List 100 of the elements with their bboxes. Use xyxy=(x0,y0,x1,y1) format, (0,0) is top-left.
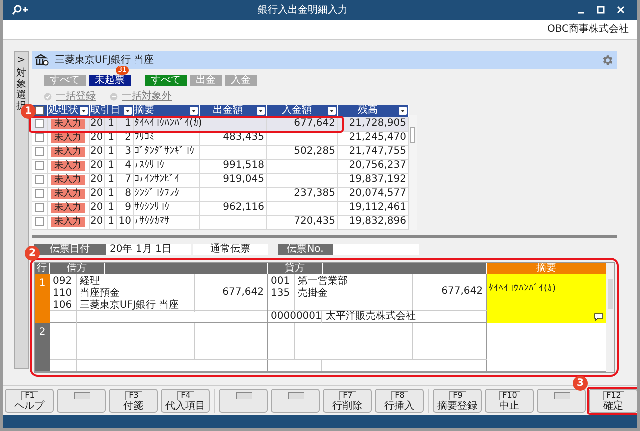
function-key[interactable] xyxy=(219,388,268,412)
summary-text: ﾀｲﾍｲﾖｳﾊﾝﾊﾞｲ(ｶ) xyxy=(489,284,556,294)
description-cell: ﾀｲﾍｲﾖｳﾊﾝﾊﾞｲ(ｶ) xyxy=(134,118,202,129)
filter-button[interactable]: 未起票 xyxy=(89,75,131,86)
description-cell: ｼﾝｼﾞﾖｸﾌﾗｸ xyxy=(134,188,180,199)
withdrawal-cell: 991,518 xyxy=(223,160,264,171)
company-name: OBC商事株式会社 xyxy=(547,22,629,37)
status-badge: 未入力 xyxy=(51,161,85,171)
field-label: 伝票日付 xyxy=(34,244,106,254)
year-cell: 20 xyxy=(90,216,104,227)
withdrawal-cell: 919,045 xyxy=(223,174,264,185)
day-cell: 10 xyxy=(118,216,132,227)
function-key[interactable]: F3 付箋 xyxy=(109,388,158,412)
function-key[interactable]: F9 摘要登録 xyxy=(433,388,482,412)
field-label: 伝票No. xyxy=(278,244,333,254)
table-row[interactable]: 未入力 20 1 1 ﾀｲﾍｲﾖｳﾊﾝﾊﾞｲ(ｶ) 677,642 21,728,905 xyxy=(32,117,408,131)
function-key[interactable] xyxy=(537,388,586,412)
dropdown-icon[interactable] xyxy=(328,107,336,115)
table-row[interactable]: 未入力 20 1 3 ｺﾞﾀﾝﾀﾞｻﾝｷﾞﾖｳ 502,285 21,747,755 xyxy=(32,145,408,159)
account-code: 092 xyxy=(53,276,73,288)
window-title: 銀行入出金明細入力 xyxy=(258,4,348,18)
close-icon[interactable] xyxy=(617,6,625,14)
amount: 677,642 xyxy=(442,285,483,299)
day-cell: 8 xyxy=(125,188,132,199)
row-checkbox[interactable] xyxy=(34,118,44,128)
balance-cell: 21,728,905 xyxy=(349,118,406,129)
withdrawal-cell: 962,116 xyxy=(223,202,264,213)
row-checkbox[interactable] xyxy=(34,216,44,226)
column-header: 出金額 xyxy=(212,106,244,116)
function-key[interactable] xyxy=(271,388,320,412)
row-checkbox[interactable] xyxy=(34,160,44,170)
account-code: 106 xyxy=(53,300,73,312)
month-cell: 1 xyxy=(108,216,114,227)
select-all-checkbox[interactable] xyxy=(34,106,44,115)
dropdown-icon[interactable] xyxy=(190,107,198,115)
function-key[interactable]: F10 中止 xyxy=(485,388,534,412)
function-key[interactable] xyxy=(57,388,106,412)
row-checkbox[interactable] xyxy=(34,188,44,198)
description-cell: ｻｳｼﾝﾘﾖｳ xyxy=(134,202,170,213)
dropdown-icon[interactable] xyxy=(124,107,132,115)
bank-icon xyxy=(35,54,49,66)
table-row[interactable]: 未入力 20 1 7 ｺﾃｲﾝｻﾝﾋﾞｲ 919,045 19,837,192 xyxy=(32,173,408,187)
row-checkbox[interactable] xyxy=(34,174,44,184)
bulk-action-link[interactable]: 一括登録 xyxy=(56,89,96,104)
check-circle-icon xyxy=(44,92,52,100)
balance-cell: 19,112,461 xyxy=(349,202,406,213)
account-name: 売掛金 xyxy=(298,288,329,300)
scrollbar[interactable] xyxy=(606,262,614,372)
column-header: 取引日 xyxy=(90,106,120,116)
year-cell: 20 xyxy=(90,202,104,213)
function-key[interactable]: F7 行削除 xyxy=(323,388,372,412)
balance-cell: 19,832,896 xyxy=(349,216,406,227)
row-checkbox[interactable] xyxy=(34,146,44,156)
comment-icon[interactable] xyxy=(594,312,604,320)
search-plus-icon[interactable] xyxy=(11,4,29,16)
filter-button[interactable]: すべて xyxy=(145,75,187,86)
day-cell: 7 xyxy=(125,174,132,185)
table-row[interactable]: 未入力 20 1 4 ﾃｽｳﾘﾖｳ 991,518 20,756,237 xyxy=(32,159,408,173)
status-badge: 未入力 xyxy=(51,175,85,185)
table-row[interactable]: 未入力 20 1 8 ｼﾝｼﾞﾖｸﾌﾗｸ 237,385 20,074,577 xyxy=(32,187,408,201)
column-header: 摘要 xyxy=(134,106,154,116)
day-cell: 4 xyxy=(125,160,132,171)
year-cell: 20 xyxy=(90,174,104,185)
summary-cell[interactable]: ﾀｲﾍｲﾖｳﾊﾝﾊﾞｲ(ｶ) xyxy=(487,274,606,322)
function-key[interactable]: F4 代入項目 xyxy=(161,388,210,412)
slip-number-field[interactable] xyxy=(333,244,419,254)
year-cell: 20 xyxy=(90,160,104,171)
function-key[interactable]: F8 行挿入 xyxy=(375,388,424,412)
account-code: 110 xyxy=(53,288,73,300)
year-cell: 20 xyxy=(90,118,104,129)
dropdown-icon[interactable] xyxy=(398,107,406,115)
slip-type: 通常伝票 xyxy=(193,244,268,254)
table-row[interactable]: 未入力 20 1 10 ﾃｻｳｸｶﾏｻ 720,435 19,832,896 xyxy=(32,215,408,229)
function-key[interactable]: F12 確定 xyxy=(589,388,637,412)
amount: 677,642 xyxy=(222,286,264,300)
description-cell: ｺﾃｲﾝｻﾝﾋﾞｲ xyxy=(134,174,180,185)
function-key[interactable]: F1 ヘルプ xyxy=(5,388,54,412)
partner-code: 00000001 xyxy=(271,310,322,322)
row-number[interactable]: 2 xyxy=(35,322,50,370)
status-badge: 未入力 xyxy=(51,203,85,213)
table-row[interactable]: 未入力 20 1 9 ｻｳｼﾝﾘﾖｳ 962,116 19,112,461 xyxy=(32,201,408,215)
column-header: 行 xyxy=(35,262,50,274)
deposit-cell: 502,285 xyxy=(294,146,336,157)
partner-name: 太平洋販売株式会社 xyxy=(326,310,416,322)
account-name: 三菱東京UFJ銀行 当座 xyxy=(80,300,180,312)
status-badge: 未入力 xyxy=(51,217,85,227)
settings-icon[interactable] xyxy=(601,54,614,66)
year-cell: 20 xyxy=(90,188,104,199)
month-cell: 1 xyxy=(108,132,114,143)
dropdown-icon[interactable] xyxy=(256,107,264,115)
month-cell: 1 xyxy=(108,188,114,199)
description-cell: ﾃｻｳｸｶﾏｻ xyxy=(134,216,170,227)
maximize-icon[interactable] xyxy=(597,6,605,14)
balance-cell: 21,747,755 xyxy=(349,146,406,157)
account-name: 第一営業部 xyxy=(298,276,349,288)
description-cell: ﾃｽｳﾘﾖｳ xyxy=(134,160,164,171)
row-checkbox[interactable] xyxy=(34,202,44,212)
day-cell: 1 xyxy=(125,118,132,129)
date-field[interactable]: 20年 1月 1日 xyxy=(106,244,191,254)
dropdown-icon[interactable] xyxy=(80,107,88,115)
